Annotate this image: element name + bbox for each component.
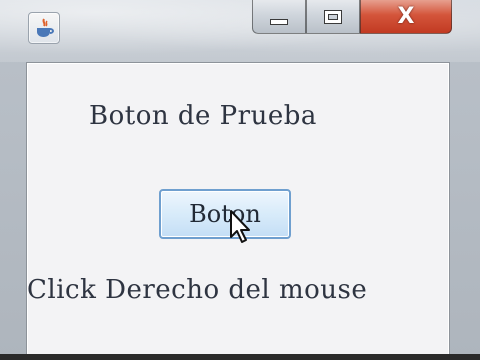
java-icon[interactable] [28, 12, 60, 44]
close-button[interactable]: X [360, 0, 452, 34]
close-icon: X [397, 3, 415, 29]
test-button[interactable]: Boton [159, 189, 291, 239]
window-controls: X [252, 0, 452, 40]
minimize-icon [271, 19, 287, 24]
taskbar-edge [0, 354, 480, 360]
maximize-button[interactable] [306, 0, 360, 34]
maximize-icon [325, 10, 341, 23]
pointer-cursor-icon [230, 210, 250, 243]
java-cup-icon [37, 18, 54, 37]
minimize-button[interactable] [252, 0, 306, 34]
window-content: Boton de Prueba Boton Click Derecho del … [26, 62, 450, 356]
heading-label: Boton de Prueba [89, 101, 317, 131]
window-frame: X Boton de Prueba Boton Click Derecho de… [0, 0, 480, 360]
hint-label: Click Derecho del mouse [27, 275, 368, 305]
